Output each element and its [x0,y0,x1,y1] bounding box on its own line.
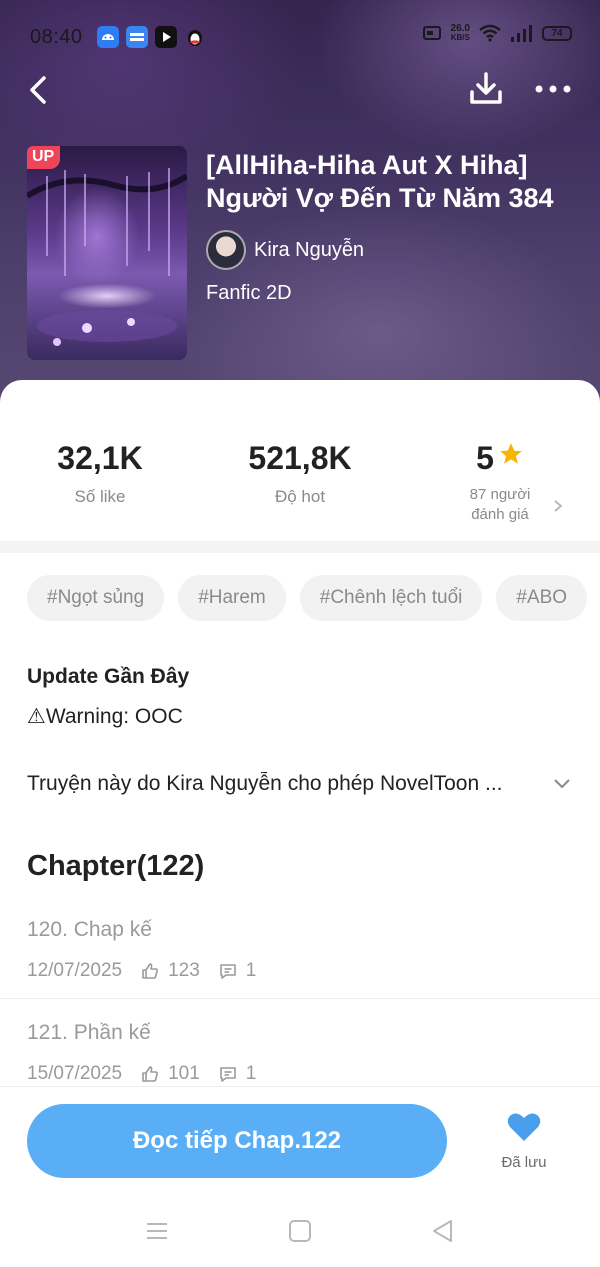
menu-nav-icon[interactable] [144,1218,170,1244]
chapter-title: 120. Chap kế [27,918,152,941]
chapter-comments: 1 [245,960,257,981]
chapter-row[interactable]: 120. Chap kế 12/07/2025 123 1 [27,918,587,982]
tag-list: #Ngọt sủng #Harem #Chênh lệch tuổi #ABO [27,575,588,621]
update-body: ⚠Warning: OOC [27,705,183,728]
chapter-title: 121. Phần kế [27,1021,151,1044]
download-button[interactable] [468,70,504,108]
author-name: Kira Nguyễn [254,238,365,261]
chapter-date: 15/07/2025 [27,1063,123,1084]
chapter-likes: 123 [168,960,200,981]
chevron-left-icon [30,76,46,104]
back-button[interactable] [24,72,54,108]
chapter-comments: 1 [245,1063,257,1084]
back-nav-icon[interactable] [430,1218,456,1244]
comment-icon [219,1067,236,1082]
rating-stat[interactable]: 5 87 người đánh giá [440,440,560,525]
comment-icon [219,964,236,979]
update-badge: UP [27,146,61,169]
likes-stat: 32,1K Số like [40,440,160,507]
tag-chip[interactable]: #ABO [496,575,588,621]
home-nav-icon[interactable] [287,1218,313,1244]
chapter-list-header[interactable]: Chapter(122) [27,850,204,883]
author-avatar [206,230,246,270]
book-description[interactable]: Truyện này do Kira Nguyễn cho phép Novel… [27,772,547,796]
penguin-icon [184,26,206,48]
network-speed: 26.0 KB/S [450,23,470,43]
heart-icon [507,1113,541,1141]
chevron-down-icon[interactable] [552,776,572,792]
likes-label: Số like [74,487,126,506]
thumbs-up-icon [142,1066,159,1082]
book-genre: Fanfic 2D [206,282,292,304]
book-cover[interactable] [27,146,187,360]
noveltoon-icon [126,26,148,48]
section-divider [0,541,600,553]
hot-value: 521,8K [248,440,352,476]
book-title: [AllHiha-Hiha Aut X Hiha] Người Vợ Đến T… [206,150,554,213]
rating-value: 5 [476,440,494,476]
status-bar: 08:40 26.0 KB/S 74 [0,20,600,56]
author-link[interactable]: Kira Nguyễn [206,230,364,270]
signal-icon [511,25,532,42]
rating-count: 87 người đánh giá [469,486,531,523]
row-divider [0,998,600,999]
tag-chip[interactable]: #Ngọt sủng [27,575,165,621]
more-options-button[interactable] [534,78,574,100]
hot-label: Độ hot [274,487,326,506]
card-icon [422,26,441,40]
saved-label: Đã lưu [501,1154,547,1171]
chapter-date: 12/07/2025 [27,960,123,981]
chapter-likes: 101 [168,1063,200,1084]
video-icon [155,26,177,48]
chevron-right-icon[interactable] [552,498,564,514]
star-icon [500,443,522,464]
battery-indicator: 74 [542,25,572,41]
chapter-row[interactable]: 121. Phần kế 15/07/2025 101 1 [27,1021,587,1085]
saved-button[interactable]: Đã lưu [494,1111,554,1171]
android-icon [97,26,119,48]
thumbs-up-icon [142,963,159,979]
update-title: Update Gần Đây [27,665,190,688]
tag-chip[interactable]: #Harem [178,575,286,621]
status-time: 08:40 [30,26,83,48]
more-dots-icon [535,85,571,93]
wifi-icon [479,24,501,42]
tag-chip[interactable]: #Chênh lệch tuổi [299,575,483,621]
download-icon [470,72,502,104]
continue-reading-button[interactable]: Đọc tiếp Chap.122 [27,1104,447,1178]
likes-value: 32,1K [57,440,143,476]
hot-stat: 521,8K Độ hot [230,440,370,507]
